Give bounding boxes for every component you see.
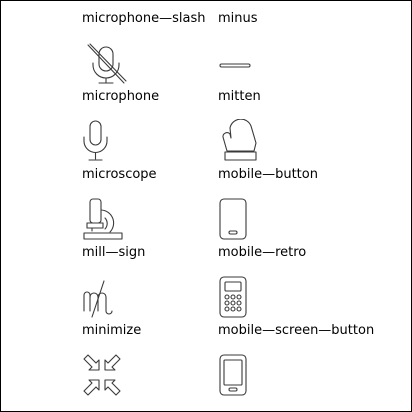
icon-label: mobile—screen—button xyxy=(218,323,375,338)
icon-label: mobile—retro xyxy=(218,245,307,260)
microscope-icon xyxy=(82,197,130,245)
minus-icon xyxy=(218,41,266,89)
icon-label: microphone xyxy=(82,89,160,104)
mill-sign-icon xyxy=(82,275,130,323)
icon-label: mobile—button xyxy=(218,167,318,182)
mobile-retro-icon xyxy=(218,275,266,323)
icon-label: microphone—slash xyxy=(82,11,206,26)
icon-label: mitten xyxy=(218,89,261,104)
icon-label: mill—sign xyxy=(82,245,146,260)
microphone-slash-icon xyxy=(82,41,130,89)
microphone-icon xyxy=(82,119,130,167)
mobile-button-icon xyxy=(218,197,266,245)
minimize-icon xyxy=(82,353,130,401)
icon-grid: microphone—slash minus microphone mitten… xyxy=(0,0,412,412)
mitten-icon xyxy=(218,119,266,167)
icon-label: minimize xyxy=(82,323,142,338)
icon-label: minus xyxy=(218,11,258,26)
mobile-screen-button-icon xyxy=(218,353,266,401)
icon-label: microscope xyxy=(82,167,157,182)
